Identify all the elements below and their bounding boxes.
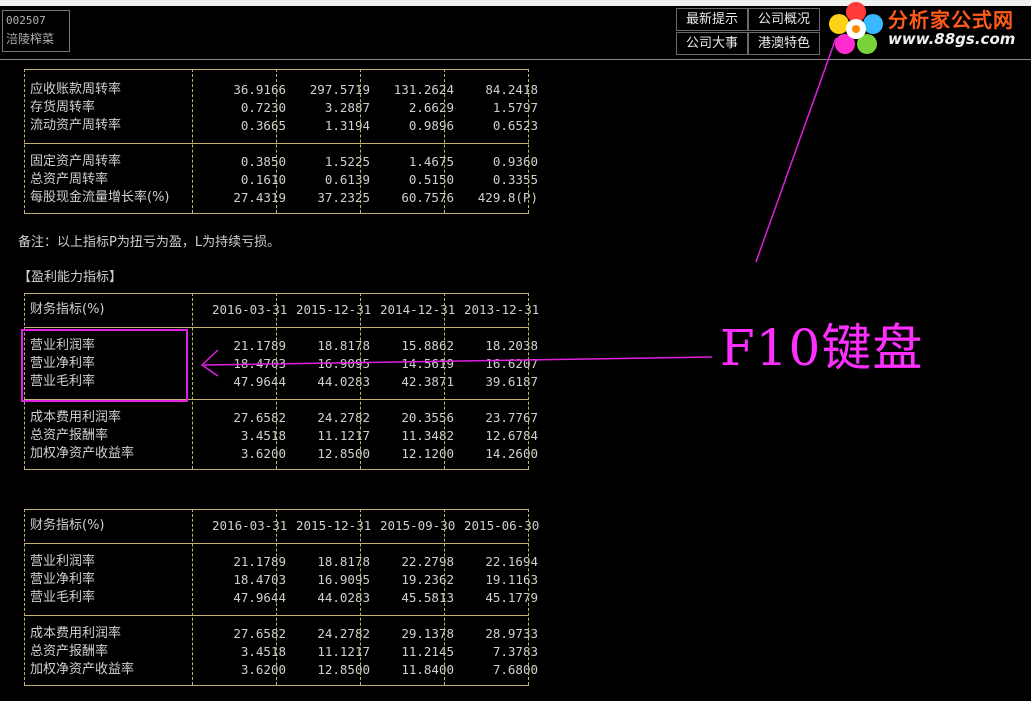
annotation-line-to-logo — [755, 37, 837, 263]
annotation-label: F10键盘 — [720, 319, 924, 377]
arrow-head-icon — [200, 349, 219, 377]
annotation-arrow-line — [203, 356, 713, 366]
